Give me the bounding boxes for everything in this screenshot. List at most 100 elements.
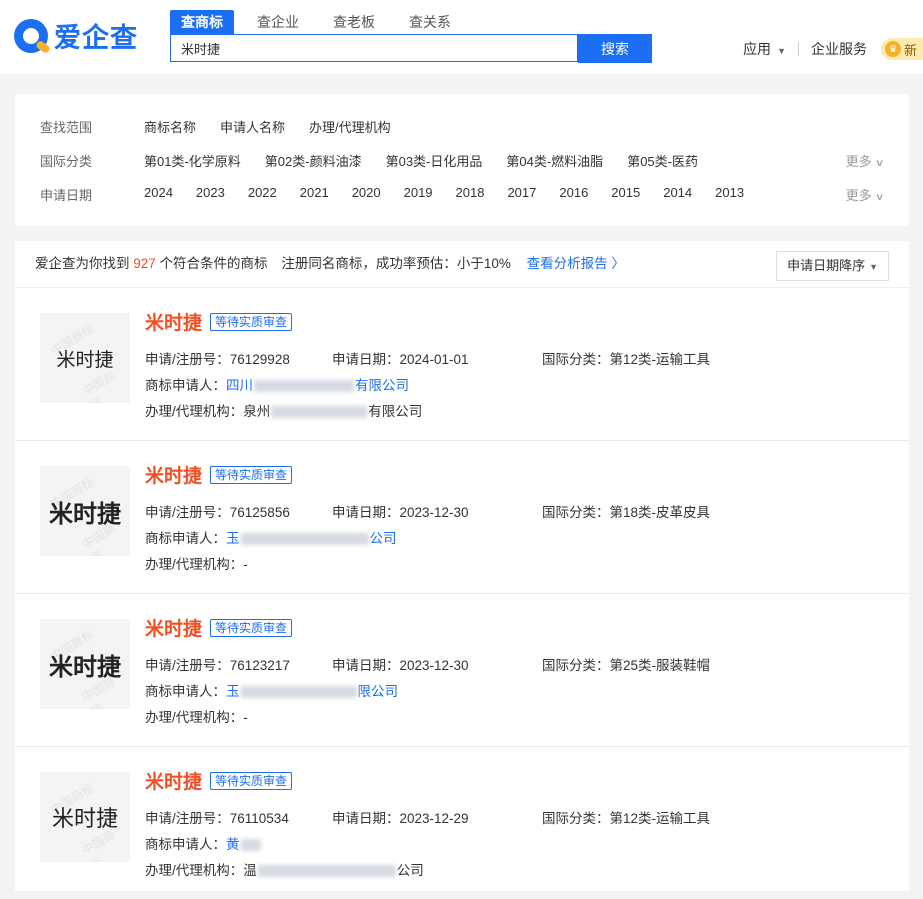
filter-option[interactable]: 第04类-燃料油脂	[506, 151, 603, 170]
apply-date: 2023-12-29	[399, 811, 469, 826]
logo-icon	[14, 18, 52, 54]
more-button[interactable]: 更多 ∨	[846, 151, 885, 170]
search-input[interactable]	[170, 34, 578, 62]
class-label: 国际分类：	[542, 811, 610, 826]
filter-panel: 查找范围 商标名称 申请人名称 办理/代理机构 国际分类 第01类-化学原料 第…	[15, 94, 909, 226]
status-badge: 等待实质审查	[210, 771, 293, 790]
enterprise-service-link[interactable]: 企业服务	[811, 39, 867, 59]
results-summary: 爱企查为你找到 927 个符合条件的商标 注册同名商标，成功率预估：小于10% …	[15, 241, 909, 288]
filter-option[interactable]: 申请人名称	[220, 117, 285, 136]
agency-name: 温公司	[243, 863, 424, 878]
filter-option[interactable]: 第01类-化学原料	[144, 151, 241, 170]
filter-option[interactable]: 2015	[611, 185, 640, 200]
trademark-image-text: 米时捷	[56, 348, 114, 371]
filter-option[interactable]: 商标名称	[144, 117, 196, 136]
trademark-image[interactable]: 中国商标 中国商标 米时捷	[40, 313, 130, 403]
filter-option[interactable]: 2018	[456, 185, 485, 200]
status-badge: 等待实质审查	[210, 312, 293, 331]
class-label: 国际分类：	[542, 658, 610, 673]
trademark-item: 中国商标 中国商标 米时捷 米时捷 等待实质审查 申请/注册号：76110534…	[15, 747, 909, 899]
filter-option[interactable]: 2022	[248, 185, 277, 200]
chevron-down-icon: ∨	[874, 158, 885, 169]
divider	[797, 42, 799, 56]
logo-text: 爱企查	[54, 23, 138, 53]
trademark-image-text: 米时捷	[49, 653, 121, 681]
date-label: 申请日期：	[332, 658, 400, 673]
agency-label: 办理/代理机构：	[145, 557, 244, 572]
date-label: 申请日期：	[332, 811, 400, 826]
filter-option[interactable]: 第02类-颜料油漆	[265, 151, 362, 170]
analysis-report-link[interactable]: 查看分析报告 〉	[527, 256, 625, 271]
reg-no-label: 申请/注册号：	[145, 352, 230, 367]
search-tabs: 查商标 查企业 查老板 查关系	[170, 10, 474, 34]
search-button[interactable]: 搜索	[578, 34, 652, 63]
applicant-link[interactable]: 黄	[226, 837, 262, 852]
filter-option[interactable]: 2017	[507, 185, 536, 200]
trademark-name[interactable]: 米时捷	[145, 308, 202, 335]
reg-no-label: 申请/注册号：	[145, 505, 230, 520]
applicant-label: 商标申请人：	[145, 837, 226, 852]
trademark-image-text: 米时捷	[49, 500, 121, 528]
filter-option[interactable]: 2023	[196, 185, 225, 200]
trademark-image[interactable]: 中国商标 中国商标 米时捷	[40, 772, 130, 862]
trademark-name[interactable]: 米时捷	[145, 767, 202, 794]
crown-icon: ♛	[884, 41, 901, 57]
filter-option[interactable]: 2020	[352, 185, 381, 200]
summary-prefix: 爱企查为你找到	[35, 256, 130, 271]
filter-option[interactable]: 2024	[144, 185, 173, 200]
trademark-name[interactable]: 米时捷	[145, 614, 202, 641]
filter-label: 国际分类	[40, 154, 93, 169]
vip-badge[interactable]: ♛ 新	[880, 38, 923, 60]
reg-no: 76129928	[229, 352, 290, 367]
filter-option[interactable]: 第05类-医药	[627, 151, 698, 170]
more-button[interactable]: 更多 ∨	[846, 185, 884, 204]
applicant-label: 商标申请人：	[145, 531, 226, 546]
trademark-image[interactable]: 中国商标 中国商标 米时捷	[40, 466, 130, 556]
filter-row-scope: 查找范围 商标名称 申请人名称 办理/代理机构	[15, 117, 909, 137]
agency-name: 泉州 有限公司	[243, 404, 423, 419]
status-badge: 等待实质审查	[210, 465, 293, 484]
results-panel: 爱企查为你找到 927 个符合条件的商标 注册同名商标，成功率预估：小于10% …	[15, 241, 909, 891]
filter-option[interactable]: 2014	[663, 185, 692, 200]
agency-label: 办理/代理机构：	[145, 863, 244, 878]
sort-dropdown[interactable]: 申请日期降序 ▼	[776, 251, 889, 281]
trademark-image-text: 米时捷	[51, 807, 118, 832]
trademark-item: 中国商标 中国商标 米时捷 米时捷 等待实质审查 申请/注册号：76129928…	[15, 288, 909, 441]
applicant-link[interactable]: 玉限公司	[226, 684, 398, 699]
apps-menu[interactable]: 应用 ▼	[743, 39, 786, 59]
filter-option[interactable]: 2019	[404, 185, 433, 200]
filter-option[interactable]: 2016	[559, 185, 588, 200]
chevron-right-icon: 〉	[607, 256, 625, 271]
applicant-label: 商标申请人：	[145, 378, 226, 393]
applicant-label: 商标申请人：	[145, 684, 226, 699]
reg-no: 76125856	[229, 505, 290, 520]
apply-date: 2023-12-30	[399, 505, 469, 520]
filter-row-class: 国际分类 第01类-化学原料 第02类-颜料油漆 第03类-日化用品 第04类-…	[15, 151, 909, 171]
tab-trademark[interactable]: 查商标	[170, 10, 234, 34]
filter-option[interactable]: 第03类-日化用品	[386, 151, 483, 170]
filter-label: 查找范围	[40, 120, 93, 135]
sort-label: 申请日期降序	[787, 258, 866, 273]
date-label: 申请日期：	[332, 352, 400, 367]
trademark-name[interactable]: 米时捷	[145, 461, 202, 488]
reg-no-label: 申请/注册号：	[145, 811, 230, 826]
applicant-link[interactable]: 四川 有限公司	[226, 378, 409, 393]
date-label: 申请日期：	[332, 505, 400, 520]
class-label: 国际分类：	[542, 505, 610, 520]
intl-class: 第18类-皮革皮具	[609, 505, 711, 520]
reg-no: 76110534	[229, 811, 289, 826]
tab-company[interactable]: 查企业	[246, 10, 310, 34]
caret-down-icon: ▼	[777, 46, 786, 56]
filter-option[interactable]: 办理/代理机构	[309, 117, 391, 136]
result-count: 927	[133, 256, 156, 271]
site-logo[interactable]: 爱企查	[14, 16, 138, 55]
filter-option[interactable]: 2013	[715, 185, 744, 200]
agency-label: 办理/代理机构：	[145, 404, 244, 419]
tab-boss[interactable]: 查老板	[322, 10, 386, 34]
tab-relation[interactable]: 查关系	[398, 10, 462, 34]
status-badge: 等待实质审查	[210, 618, 293, 637]
applicant-link[interactable]: 玉公司	[226, 531, 397, 546]
trademark-image[interactable]: 中国商标 中国商标 米时捷	[40, 619, 130, 709]
summary-suffix: 个符合条件的商标	[159, 256, 268, 271]
filter-option[interactable]: 2021	[300, 185, 329, 200]
